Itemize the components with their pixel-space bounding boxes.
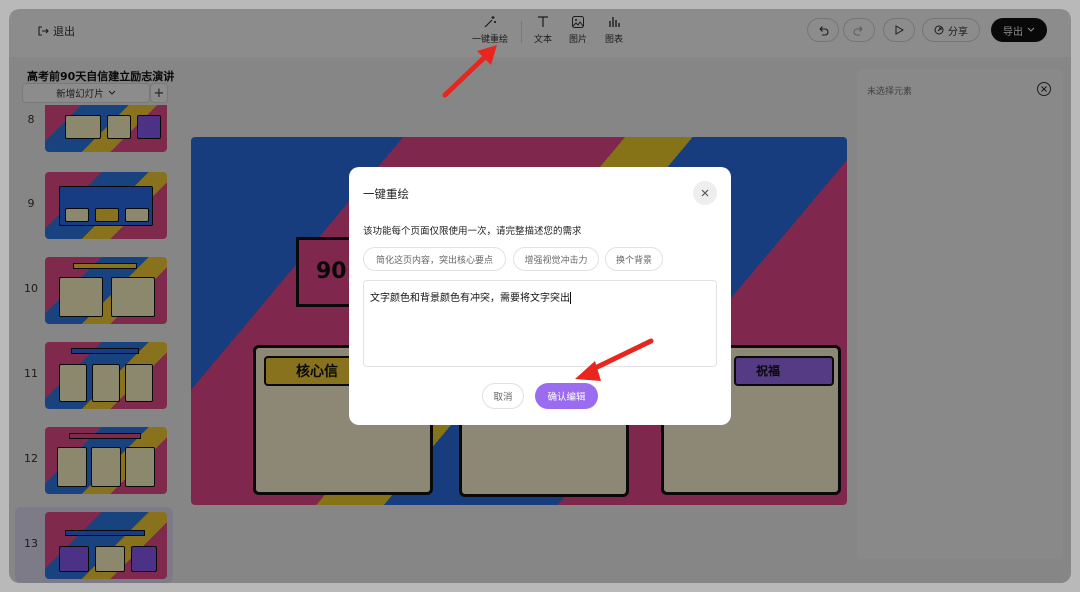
dialog-close-button[interactable] bbox=[693, 181, 717, 205]
app-window: 退出 一键重绘 文本 图片 图表 分享 导出 高考前90天自信建立励志演讲 新增… bbox=[9, 9, 1071, 583]
cancel-button[interactable]: 取消 bbox=[482, 383, 524, 409]
dialog-title: 一键重绘 bbox=[363, 187, 409, 201]
suggestion-chip[interactable]: 增强视觉冲击力 bbox=[513, 247, 599, 271]
suggestion-chip[interactable]: 简化这页内容，突出核心要点 bbox=[363, 247, 506, 271]
close-icon bbox=[701, 189, 709, 197]
text-caret bbox=[570, 292, 571, 304]
redraw-request-input[interactable]: 文字颜色和背景颜色有冲突，需要将文字突出 bbox=[363, 280, 717, 367]
input-text: 文字颜色和背景颜色有冲突，需要将文字突出 bbox=[370, 293, 570, 304]
suggestion-chip[interactable]: 换个背景 bbox=[605, 247, 663, 271]
redraw-dialog: 一键重绘 该功能每个页面仅限使用一次，请完整描述您的需求 简化这页内容，突出核心… bbox=[349, 167, 731, 425]
dialog-description: 该功能每个页面仅限使用一次，请完整描述您的需求 bbox=[363, 226, 582, 237]
confirm-edit-button[interactable]: 确认编辑 bbox=[535, 383, 598, 409]
